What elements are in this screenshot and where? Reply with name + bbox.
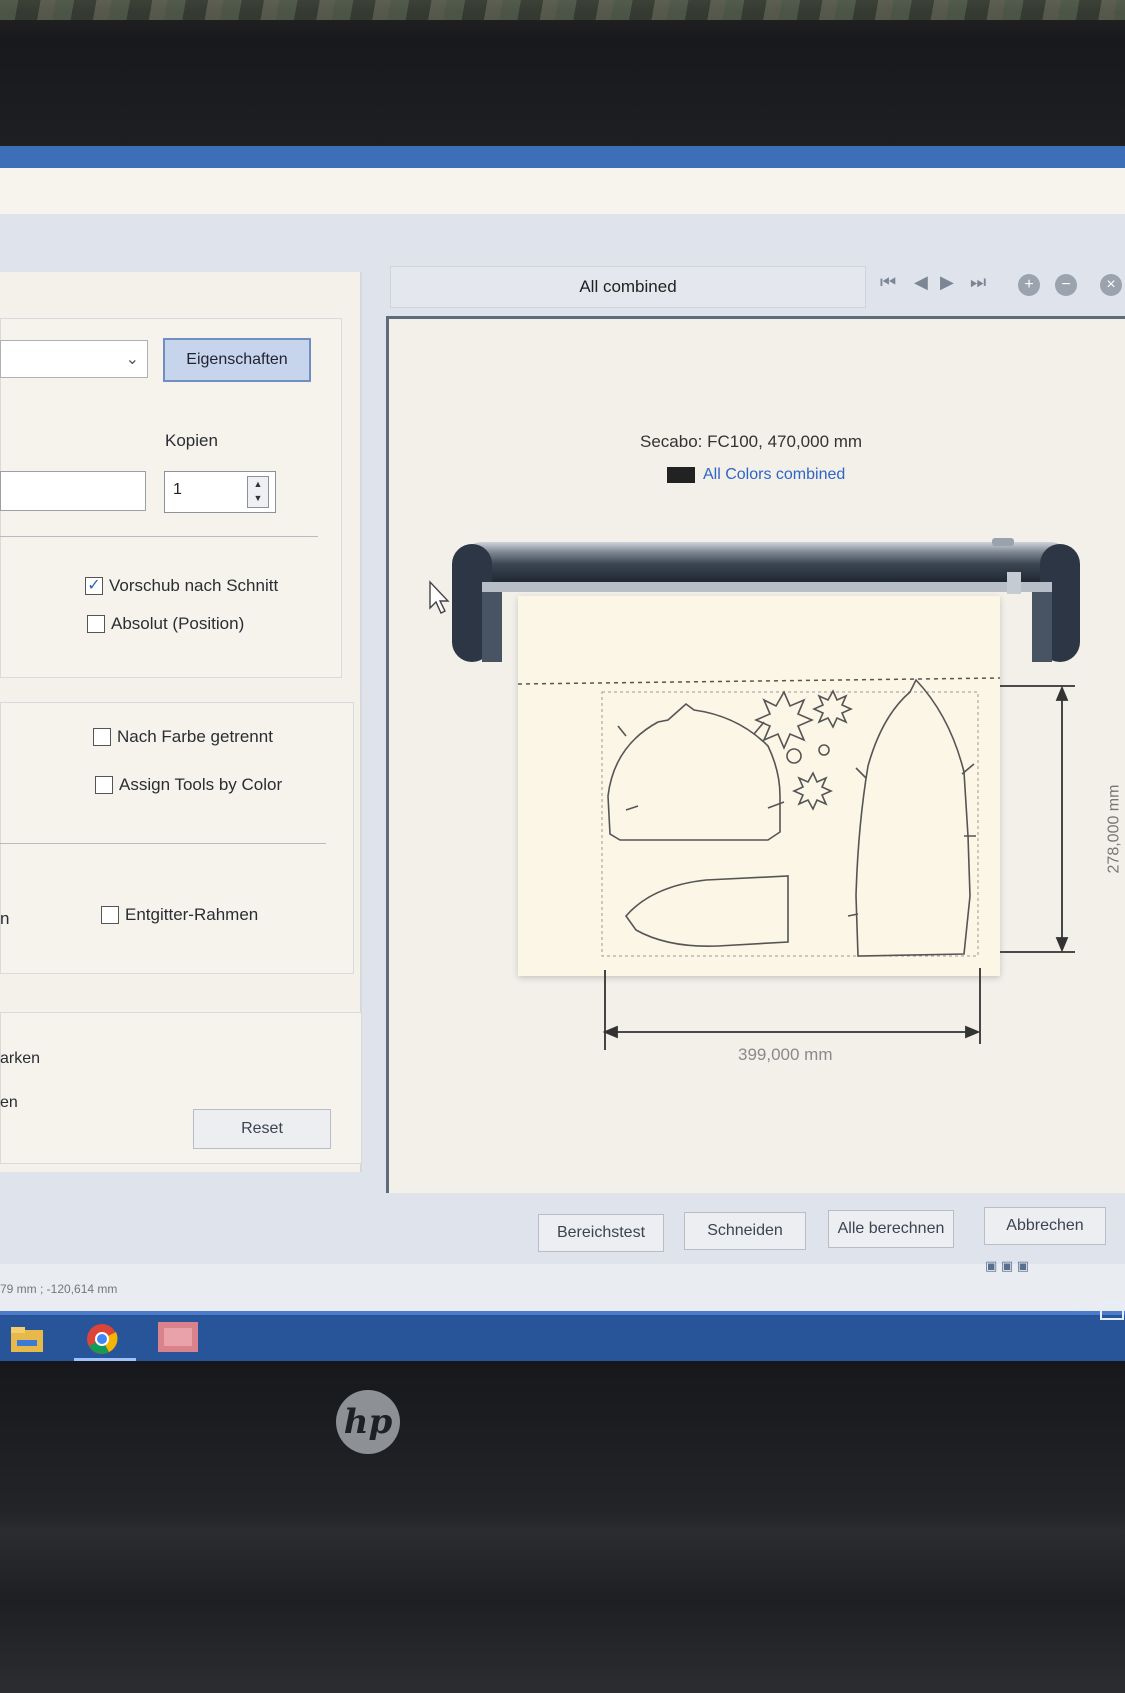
- height-dimension: 278,000 mm: [1105, 784, 1123, 874]
- checkbox-label: Vorschub nach Schnitt: [109, 576, 279, 595]
- preview-header: All combined: [390, 266, 866, 308]
- checkbox-icon[interactable]: [93, 728, 111, 746]
- zoom-in-icon[interactable]: +: [1018, 274, 1040, 296]
- partial-label: en: [0, 1094, 18, 1111]
- checkbox-label: Absolut (Position): [111, 614, 245, 633]
- next-page-icon[interactable]: ▶: [940, 272, 954, 293]
- copies-stepper[interactable]: 1 ▲ ▼: [164, 471, 276, 513]
- checkbox-weed-frame[interactable]: Entgitter-Rahmen: [101, 905, 258, 925]
- arrow-left-icon: [602, 1025, 618, 1039]
- menu-strip: [0, 168, 1125, 214]
- device-info: Secabo: FC100, 470,000 mm: [640, 432, 863, 451]
- laptop-bezel-bottom: [0, 1361, 1125, 1693]
- partial-label: n: [0, 909, 10, 928]
- window-controls-icon[interactable]: ▣ ▣ ▣: [985, 1258, 1095, 1273]
- legend-swatch: [667, 467, 695, 483]
- tray-battery-icon[interactable]: [1100, 1302, 1124, 1320]
- chrome-icon[interactable]: [83, 1322, 121, 1356]
- partial-label: arken: [0, 1050, 41, 1067]
- background-decoration: [0, 0, 1125, 20]
- checkbox-feed-after-cut[interactable]: ✓ Vorschub nach Schnitt: [85, 576, 278, 596]
- checkbox-assign-tools[interactable]: Assign Tools by Color: [95, 775, 282, 795]
- file-explorer-icon[interactable]: [8, 1322, 46, 1356]
- checkbox-checked-icon[interactable]: ✓: [85, 577, 103, 595]
- copies-label: Kopien: [165, 431, 218, 450]
- mouse-cursor-icon: [429, 580, 450, 614]
- checkbox-icon[interactable]: [95, 776, 113, 794]
- stepper-arrows-icon[interactable]: ▲ ▼: [247, 476, 269, 508]
- checkbox-label: Entgitter-Rahmen: [125, 905, 259, 924]
- checkbox-separate-by-color[interactable]: Nach Farbe getrennt: [93, 727, 273, 747]
- reset-button[interactable]: Reset: [193, 1109, 331, 1149]
- divider: [0, 536, 318, 537]
- chevron-down-icon: ⌄: [125, 351, 139, 368]
- first-page-icon[interactable]: ⏮: [880, 272, 896, 293]
- last-page-icon[interactable]: ⏭: [970, 272, 986, 293]
- color-legend: All Colors combined: [667, 466, 845, 484]
- properties-button[interactable]: Eigenschaften: [163, 338, 311, 382]
- dimension-lines: [602, 685, 1075, 1050]
- divider: [0, 843, 326, 844]
- checkbox-icon[interactable]: [87, 615, 105, 633]
- hp-logo: hp: [336, 1390, 400, 1454]
- checkbox-icon[interactable]: [101, 906, 119, 924]
- zoom-fit-icon[interactable]: ×: [1100, 274, 1122, 296]
- checkbox-label: Assign Tools by Color: [119, 775, 283, 794]
- arrow-up-icon: [1055, 685, 1069, 701]
- device-select[interactable]: ⌄: [0, 340, 148, 378]
- width-dimension: 399,000 mm: [738, 1045, 833, 1064]
- area-test-button[interactable]: Bereichstest: [538, 1214, 664, 1252]
- status-coordinates: 79 mm ; -120,614 mm: [0, 1282, 118, 1296]
- window-title-bar: [0, 146, 1125, 168]
- legend-label: All Colors combined: [703, 466, 846, 483]
- zoom-out-icon[interactable]: −: [1055, 274, 1077, 296]
- preview-header-text: All combined: [579, 277, 677, 296]
- tray-chevron-icon[interactable]: ⌃: [1068, 1300, 1085, 1325]
- text-field[interactable]: [0, 471, 146, 511]
- calculate-all-button[interactable]: Alle berechnen: [828, 1210, 954, 1248]
- cut-button[interactable]: Schneiden: [684, 1212, 806, 1250]
- arrow-down-icon: [1055, 937, 1069, 953]
- copies-value: 1: [173, 481, 182, 498]
- arrow-right-icon: [965, 1025, 981, 1039]
- prev-page-icon[interactable]: ◀: [914, 272, 928, 293]
- checkbox-absolute-position[interactable]: Absolut (Position): [87, 614, 244, 634]
- checkbox-label: Nach Farbe getrennt: [117, 727, 273, 746]
- cancel-button[interactable]: Abbrechen: [984, 1207, 1106, 1245]
- cutting-app-icon[interactable]: [156, 1320, 200, 1354]
- laptop-bezel-top: [0, 0, 1125, 150]
